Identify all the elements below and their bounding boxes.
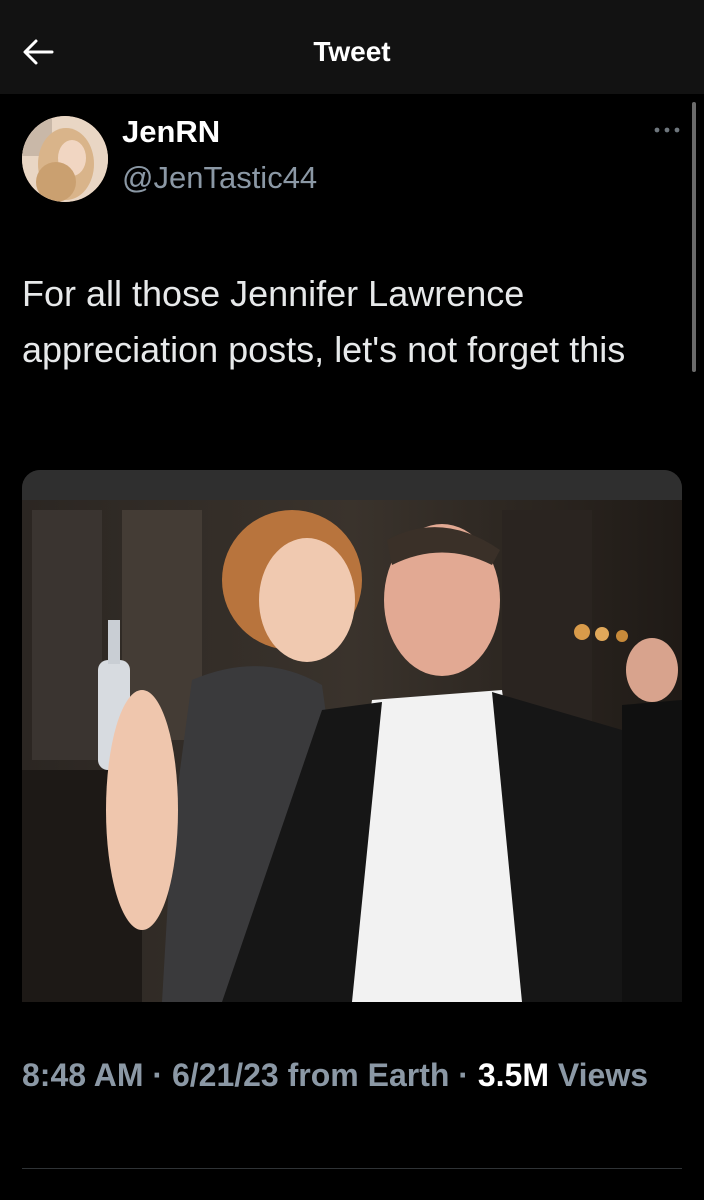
views-count[interactable]: 3.5M (478, 1057, 549, 1093)
divider (22, 1168, 682, 1169)
display-name[interactable]: JenRN (122, 114, 220, 150)
tweet-metadata: 8:48 AM · 6/21/23 from Earth · 3.5M View… (22, 1050, 682, 1100)
photo-image (22, 470, 682, 1002)
more-options-button[interactable] (650, 118, 684, 142)
user-handle[interactable]: @JenTastic44 (122, 160, 317, 196)
scrollbar[interactable] (692, 102, 696, 372)
page-title: Tweet (313, 36, 391, 67)
views-label[interactable]: Views (558, 1057, 648, 1093)
meta-separator: · (152, 1057, 164, 1093)
tweet-date: 6/21/23 (171, 1057, 279, 1093)
more-options-icon (654, 127, 680, 133)
avatar[interactable] (22, 116, 108, 202)
top-bar: Tweet (0, 0, 704, 94)
tweet-photo[interactable] (22, 470, 682, 1002)
tweet-source[interactable]: from Earth (288, 1057, 450, 1093)
tweet-text: For all those Jennifer Lawrence apprecia… (22, 273, 626, 370)
avatar-image (22, 116, 108, 202)
meta-separator: · (458, 1057, 469, 1093)
tweet-time: 8:48 AM (22, 1057, 144, 1093)
